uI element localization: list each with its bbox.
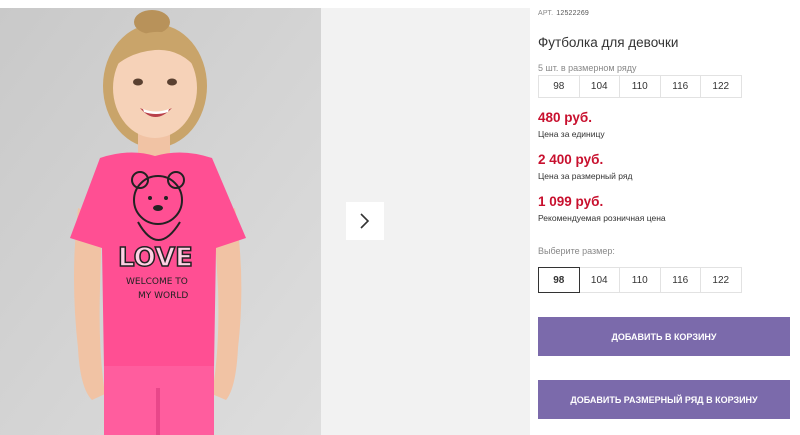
svg-text:WELCOME TO: WELCOME TO — [126, 277, 188, 287]
product-title: Футболка для девочки — [538, 35, 679, 50]
size-series-row: 98 104 110 116 122 — [538, 75, 742, 98]
series-price: 2 400 руб. — [538, 152, 604, 167]
series-size-cell: 104 — [578, 75, 620, 98]
unit-price: 480 руб. — [538, 110, 592, 125]
series-size-cell: 122 — [700, 75, 742, 98]
retail-price-caption: Рекомендуемая розничная цена — [538, 213, 666, 223]
size-selector: 98 104 110 116 122 — [538, 267, 742, 293]
series-size-cell: 116 — [659, 75, 701, 98]
product-photo[interactable]: LOVE WELCOME TO MY WORLD — [0, 8, 321, 435]
size-option-98[interactable]: 98 — [538, 267, 580, 293]
unit-price-caption: Цена за единицу — [538, 129, 605, 139]
size-option-122[interactable]: 122 — [700, 267, 742, 293]
add-to-cart-button[interactable]: ДОБАВИТЬ В КОРЗИНУ — [538, 317, 790, 356]
size-option-110[interactable]: 110 — [619, 267, 661, 293]
size-option-116[interactable]: 116 — [659, 267, 701, 293]
article-label: АРТ. — [538, 10, 554, 17]
chevron-right-icon — [360, 213, 370, 229]
article-number: АРТ. 12522269 — [538, 10, 589, 17]
product-info-panel: АРТ. 12522269 Футболка для девочки 5 шт. … — [538, 0, 800, 435]
svg-text:MY WORLD: MY WORLD — [138, 291, 188, 301]
article-value: 12522269 — [556, 10, 590, 17]
choose-size-caption: Выберите размер: — [538, 246, 615, 256]
series-size-cell: 110 — [619, 75, 661, 98]
next-image-button[interactable] — [346, 202, 384, 240]
series-price-caption: Цена за размерный ряд — [538, 171, 633, 181]
size-option-104[interactable]: 104 — [578, 267, 620, 293]
retail-price: 1 099 руб. — [538, 194, 604, 209]
series-size-cell: 98 — [538, 75, 580, 98]
product-gallery: LOVE WELCOME TO MY WORLD — [0, 0, 530, 435]
size-series-caption: 5 шт. в размерном ряду — [538, 63, 637, 73]
add-series-to-cart-button[interactable]: ДОБАВИТЬ РАЗМЕРНЫЙ РЯД В КОРЗИНУ — [538, 380, 790, 419]
svg-text:LOVE: LOVE — [118, 243, 193, 273]
girl-pink-tshirt-photo: LOVE WELCOME TO MY WORLD — [0, 8, 321, 435]
